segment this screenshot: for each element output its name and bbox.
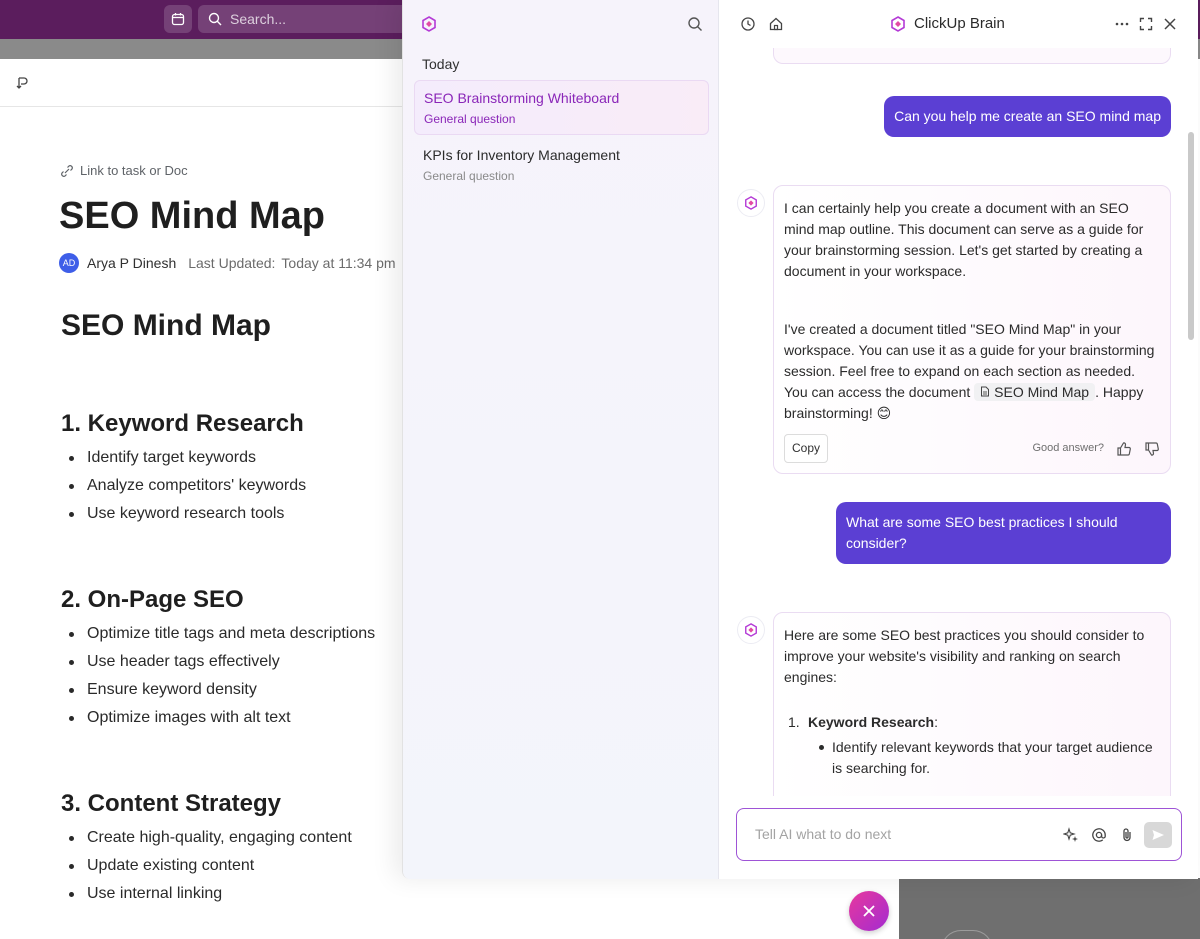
brain-panel: Today SEO Brainstorming Whiteboard Gener… [402, 0, 1198, 879]
brain-history-sidebar: Today SEO Brainstorming Whiteboard Gener… [403, 0, 719, 879]
attachment-icon[interactable] [1119, 827, 1135, 843]
avatar[interactable]: AD [59, 253, 79, 273]
list-item-title: Keyword Research [808, 714, 934, 730]
list-item: Identify target keywords [61, 444, 306, 472]
search-icon [208, 12, 222, 26]
last-updated-label: Last Updated: [188, 255, 275, 271]
section-title: 1. Keyword Research [61, 410, 306, 438]
copy-button[interactable]: Copy [784, 434, 828, 463]
previous-message-tail [773, 48, 1171, 64]
user-message: Can you help me create an SEO mind map [884, 96, 1171, 137]
doc-heading: SEO Mind Map [61, 309, 271, 343]
chat-thread: Can you help me create an SEO mind map I… [720, 48, 1198, 796]
brain-logo-icon [744, 196, 758, 210]
section-keyword-research: 1. Keyword Research Identify target keyw… [61, 410, 306, 528]
bot-message: Here are some SEO best practices you sho… [773, 612, 1171, 796]
search-icon[interactable] [687, 16, 703, 32]
good-answer-label: Good answer? [1032, 438, 1104, 459]
history-item-kpis-inventory[interactable]: KPIs for Inventory Management General qu… [414, 138, 709, 193]
search-placeholder: Search... [230, 11, 286, 27]
history-item-subtitle: General question [424, 112, 699, 126]
doc-meta: AD Arya P Dinesh Last Updated: Today at … [59, 253, 396, 273]
history-icon[interactable] [740, 16, 756, 32]
bot-avatar [737, 189, 765, 217]
list-item: Use internal linking [61, 880, 352, 908]
list-item: Use keyword research tools [61, 500, 306, 528]
brain-logo-icon [744, 623, 758, 637]
list-item: Optimize title tags and meta description… [61, 620, 375, 648]
history-item-title: KPIs for Inventory Management [423, 147, 700, 163]
section-on-page-seo: 2. On-Page SEO Optimize title tags and m… [61, 586, 375, 732]
global-search[interactable]: Search... [198, 5, 418, 33]
mention-icon[interactable] [1091, 827, 1107, 843]
close-icon [862, 904, 876, 918]
list-item-colon: : [934, 714, 938, 730]
list-item: Analyze competitors' keywords [61, 472, 306, 500]
section-content-strategy: 3. Content Strategy Create high-quality,… [61, 790, 352, 908]
doc-title[interactable]: SEO Mind Map [59, 195, 325, 238]
list-item: Ensure keyword density [61, 676, 375, 704]
chat-header: ClickUp Brain [720, 0, 1198, 48]
more-options-icon[interactable] [1114, 16, 1130, 32]
home-icon[interactable] [768, 16, 784, 32]
message-actions: Copy Good answer? [784, 434, 1160, 463]
bot-message-text: I've created a document titled "SEO Mind… [784, 319, 1160, 424]
list-item: Identify relevant keywords that your tar… [784, 737, 1160, 779]
bot-message-text: Here are some SEO best practices you sho… [784, 625, 1160, 688]
close-brain-button[interactable] [849, 891, 889, 931]
author-name: Arya P Dinesh [87, 255, 176, 271]
page-history-icon[interactable] [15, 75, 31, 91]
chat-input[interactable] [755, 823, 1045, 845]
doc-link-label: SEO Mind Map [994, 384, 1089, 400]
chat-scrollbar[interactable] [1188, 132, 1194, 340]
document-icon [980, 386, 990, 397]
user-message: What are some SEO best practices I shoul… [836, 502, 1171, 564]
chat-title: ClickUp Brain [890, 15, 1005, 32]
history-item-seo-brainstorming[interactable]: SEO Brainstorming Whiteboard General que… [414, 80, 709, 135]
brain-logo-icon [421, 16, 437, 32]
list-item: Optimize images with alt text [61, 704, 375, 732]
bot-avatar [737, 616, 765, 644]
bot-message-text: I can certainly help you create a docume… [784, 198, 1160, 282]
history-group-label: Today [422, 56, 459, 72]
send-button[interactable] [1144, 822, 1172, 848]
section-title: 3. Content Strategy [61, 790, 352, 818]
send-icon [1151, 828, 1165, 842]
background-arc [941, 930, 993, 939]
thumbs-down-icon[interactable] [1144, 441, 1160, 457]
link-task-button[interactable]: Link to task or Doc [60, 163, 188, 178]
link-icon [60, 164, 74, 178]
expand-icon[interactable] [1138, 16, 1154, 32]
list-number: 1. [788, 712, 808, 733]
history-item-title: SEO Brainstorming Whiteboard [424, 90, 699, 106]
ai-sparkle-icon[interactable] [1063, 827, 1079, 843]
close-icon[interactable] [1162, 16, 1178, 32]
history-item-subtitle: General question [423, 169, 700, 183]
chat-title-text: ClickUp Brain [914, 15, 1005, 32]
list-item: Update existing content [61, 852, 352, 880]
chat-input-box [736, 808, 1182, 861]
list-item: Create high-quality, engaging content [61, 824, 352, 852]
background-overlay [899, 878, 1200, 939]
link-task-label: Link to task or Doc [80, 163, 188, 178]
list-item: Use header tags effectively [61, 648, 375, 676]
section-title: 2. On-Page SEO [61, 586, 375, 614]
calendar-icon [171, 12, 185, 26]
doc-link[interactable]: SEO Mind Map [974, 383, 1095, 401]
bot-message: I can certainly help you create a docume… [773, 185, 1171, 474]
last-updated-value: Today at 11:34 pm [281, 255, 395, 271]
brain-logo-icon [890, 16, 906, 32]
calendar-button[interactable] [164, 5, 192, 33]
thumbs-up-icon[interactable] [1116, 441, 1132, 457]
ordered-list-item: 1.Keyword Research: [784, 712, 1160, 733]
